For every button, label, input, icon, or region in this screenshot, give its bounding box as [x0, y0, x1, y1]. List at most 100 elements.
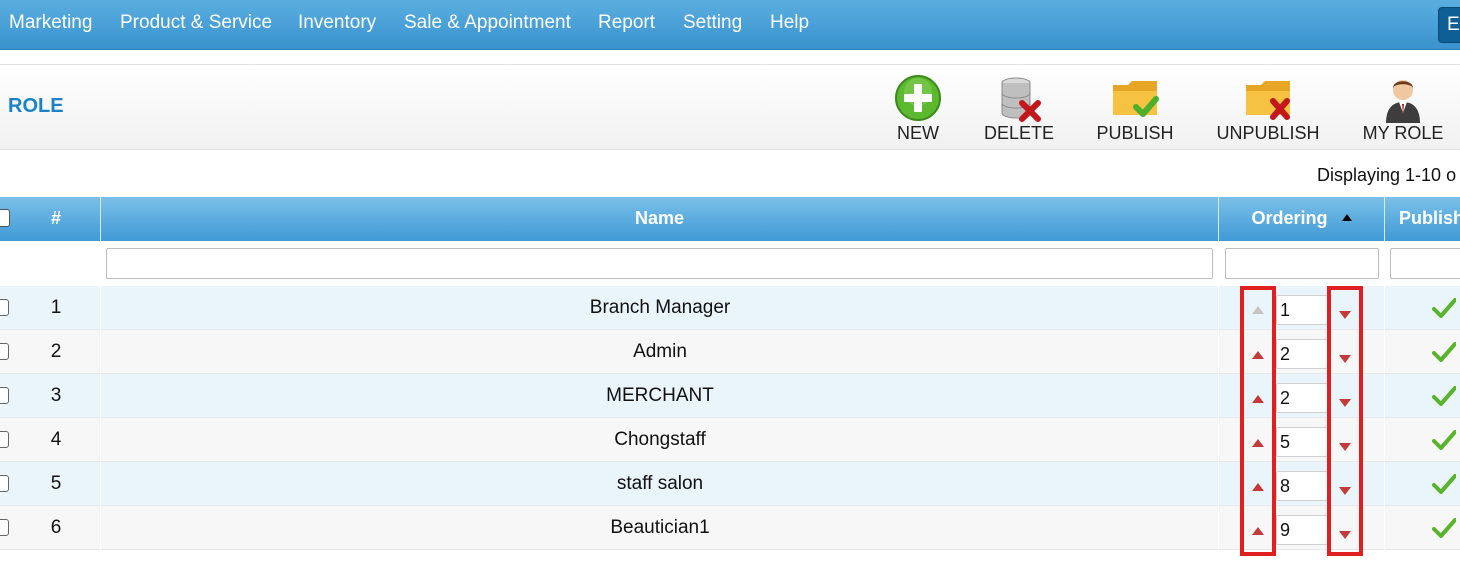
move-up-icon[interactable]	[1252, 483, 1264, 491]
database-delete-icon	[1001, 77, 1041, 122]
add-icon	[895, 75, 941, 121]
nav-item-marketing[interactable]: Marketing	[9, 0, 92, 46]
table-row[interactable]: 4 Chongstaff 5	[0, 418, 1460, 462]
delete-label: DELETE	[983, 123, 1055, 143]
move-down-icon[interactable]	[1339, 355, 1351, 363]
column-divider	[100, 374, 101, 418]
row-number: 2	[50, 341, 62, 362]
ordering-input[interactable]: 2	[1276, 383, 1328, 413]
published-check-icon[interactable]	[1432, 428, 1456, 452]
column-header-name[interactable]: Name	[101, 197, 1219, 241]
column-divider	[100, 330, 101, 374]
column-divider	[1384, 286, 1385, 330]
row-number: 6	[50, 517, 62, 538]
column-header-number: #	[12, 197, 101, 241]
row-checkbox[interactable]	[0, 431, 9, 448]
row-checkbox[interactable]	[0, 299, 9, 316]
nav-item-report[interactable]: Report	[598, 0, 655, 46]
table-row[interactable]: 1 Branch Manager 1	[0, 286, 1460, 330]
top-navigation-bar: Marketing Product & Service Inventory Sa…	[0, 0, 1460, 50]
row-checkbox[interactable]	[0, 519, 9, 536]
column-header-ordering[interactable]: Ordering	[1219, 197, 1385, 241]
filter-row	[0, 241, 1460, 285]
column-divider	[1218, 506, 1219, 550]
language-button[interactable]: En	[1438, 7, 1460, 43]
column-divider	[1218, 330, 1219, 374]
row-name-link[interactable]: Chongstaff	[102, 418, 1218, 462]
move-up-icon[interactable]	[1252, 527, 1264, 535]
row-checkbox[interactable]	[0, 475, 9, 492]
move-down-icon[interactable]	[1339, 531, 1351, 539]
move-down-icon[interactable]	[1339, 399, 1351, 407]
column-divider	[1218, 462, 1219, 506]
row-number: 3	[50, 385, 62, 406]
row-name-link[interactable]: Branch Manager	[102, 286, 1218, 330]
nav-item-inventory[interactable]: Inventory	[298, 0, 376, 46]
ordering-header-label: Ordering	[1251, 208, 1328, 228]
user-icon	[1386, 80, 1420, 123]
published-check-icon[interactable]	[1432, 296, 1456, 320]
column-divider	[1384, 462, 1385, 506]
grid-header: # Name Ordering Publish	[0, 197, 1460, 241]
folder-check-icon	[1113, 81, 1159, 117]
page-title: ROLE	[8, 95, 64, 117]
column-divider	[100, 506, 101, 550]
row-number: 4	[50, 429, 62, 450]
publish-filter-input[interactable]	[1390, 248, 1460, 279]
move-down-icon[interactable]	[1339, 443, 1351, 451]
folder-delete-icon	[1246, 81, 1290, 120]
publish-button[interactable]: PUBLISH	[1075, 73, 1195, 147]
column-divider	[1384, 506, 1385, 550]
published-check-icon[interactable]	[1432, 340, 1456, 364]
column-divider	[100, 418, 101, 462]
column-divider	[100, 462, 101, 506]
move-up-icon[interactable]	[1252, 395, 1264, 403]
nav-item-help[interactable]: Help	[770, 0, 809, 46]
table-row[interactable]: 2 Admin 2	[0, 330, 1460, 374]
ordering-input[interactable]: 1	[1276, 295, 1328, 325]
row-name-link[interactable]: staff salon	[102, 462, 1218, 506]
row-number: 1	[50, 297, 62, 318]
pagination-summary: Displaying 1-10 o	[1317, 165, 1457, 185]
published-check-icon[interactable]	[1432, 384, 1456, 408]
column-divider	[1384, 418, 1385, 462]
name-filter-input[interactable]	[106, 248, 1213, 279]
nav-item-sale-appointment[interactable]: Sale & Appointment	[404, 0, 571, 46]
row-name-link[interactable]: Beautician1	[102, 506, 1218, 550]
row-checkbox[interactable]	[0, 343, 9, 360]
nav-item-setting[interactable]: Setting	[683, 0, 742, 46]
column-header-publish[interactable]: Publish	[1385, 197, 1460, 241]
select-all-checkbox[interactable]	[0, 209, 10, 227]
delete-button[interactable]: DELETE	[959, 73, 1079, 147]
column-divider	[1384, 330, 1385, 374]
page-toolbar: ROLE NEW DELETE PUBLISH UNPUBLISH MY ROL…	[0, 64, 1460, 150]
my-role-label: MY ROLE	[1362, 123, 1444, 143]
move-up-icon[interactable]	[1252, 439, 1264, 447]
row-checkbox[interactable]	[0, 387, 9, 404]
move-down-icon[interactable]	[1339, 487, 1351, 495]
publish-label: PUBLISH	[1096, 123, 1174, 143]
move-up-icon[interactable]	[1252, 351, 1264, 359]
ordering-filter-input[interactable]	[1225, 248, 1379, 279]
move-up-icon	[1252, 306, 1264, 314]
row-name-link[interactable]: Admin	[102, 330, 1218, 374]
ordering-input[interactable]: 5	[1276, 427, 1328, 457]
table-row[interactable]: 5 staff salon 8	[0, 462, 1460, 506]
row-name-link[interactable]: MERCHANT	[102, 374, 1218, 418]
table-row[interactable]: 3 MERCHANT 2	[0, 374, 1460, 418]
ordering-input[interactable]: 2	[1276, 339, 1328, 369]
unpublish-button[interactable]: UNPUBLISH	[1208, 73, 1328, 147]
sort-ascending-icon	[1341, 214, 1352, 221]
my-role-button[interactable]: MY ROLE	[1343, 73, 1460, 147]
published-check-icon[interactable]	[1432, 516, 1456, 540]
table-row[interactable]: 6 Beautician1 9	[0, 506, 1460, 550]
nav-item-product-service[interactable]: Product & Service	[120, 0, 272, 46]
move-down-icon[interactable]	[1339, 311, 1351, 319]
row-number: 5	[50, 473, 62, 494]
ordering-input[interactable]: 8	[1276, 471, 1328, 501]
column-divider	[100, 286, 101, 330]
published-check-icon[interactable]	[1432, 472, 1456, 496]
column-divider	[1218, 286, 1219, 330]
unpublish-label: UNPUBLISH	[1216, 123, 1320, 143]
ordering-input[interactable]: 9	[1276, 515, 1328, 545]
